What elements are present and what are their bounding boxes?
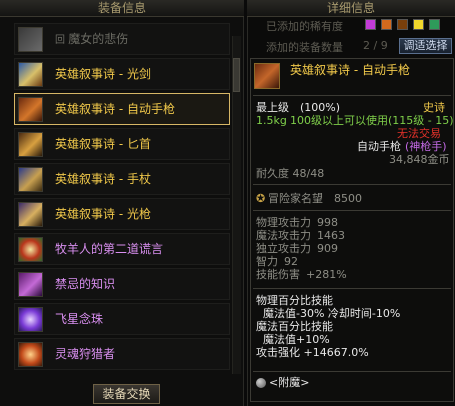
divider bbox=[253, 95, 451, 96]
equipment-item-label: 飞星念珠 bbox=[55, 312, 104, 326]
pistol-icon bbox=[18, 97, 43, 122]
item-price: 34,848金币 bbox=[389, 153, 450, 166]
equipment-list-item[interactable]: 英雄叙事诗 - 光剑 bbox=[14, 58, 230, 90]
rarity-filter-checkbox[interactable] bbox=[381, 19, 392, 30]
equipment-list-item[interactable]: 英雄叙事诗 - 自动手枪 bbox=[14, 93, 230, 125]
rarity-filter-checkbox[interactable] bbox=[429, 19, 440, 30]
divider bbox=[253, 184, 451, 185]
equipment-item-label: 牧羊人的第二道谎言 bbox=[55, 242, 164, 256]
dagger-icon bbox=[18, 132, 43, 157]
item-grade-pct: (100%) bbox=[300, 101, 341, 114]
stat-value: 998 bbox=[317, 216, 338, 229]
effect-line: 魔法值-30% 冷却时间-10% bbox=[256, 307, 401, 320]
stat-name: 独立攻击力 bbox=[256, 242, 311, 255]
equipment-item-label: 灵魂狩猎者 bbox=[55, 347, 116, 361]
item-trade-status: 无法交易 bbox=[397, 127, 441, 140]
pistol-icon bbox=[254, 63, 280, 89]
equipment-item-label: 英雄叙事诗 - 光剑 bbox=[55, 67, 151, 81]
detail-title: 详细信息 bbox=[247, 0, 455, 17]
enchant-orb-icon bbox=[256, 378, 266, 388]
divider bbox=[253, 371, 451, 372]
equipment-item-label: 回 魔女的悲伤 bbox=[55, 24, 128, 56]
item-grade: 最上级 bbox=[256, 101, 289, 114]
item-level-requirement: 100级以上可以使用(115级 - 15) bbox=[290, 114, 454, 127]
effect-line: 魔法百分比技能 bbox=[256, 320, 333, 333]
equipment-list-item[interactable]: 灵魂狩猎者 bbox=[14, 338, 230, 370]
rarity-filter-checkbox[interactable] bbox=[397, 19, 408, 30]
enchant-label: <附魔> bbox=[269, 376, 310, 389]
ring-icon bbox=[18, 27, 43, 52]
stat-name: 智力 bbox=[256, 255, 278, 268]
equipment-list-item[interactable]: 英雄叙事诗 - 手杖 bbox=[14, 163, 230, 195]
book-icon bbox=[18, 272, 43, 297]
equipment-list-item[interactable]: 飞星念珠 bbox=[14, 303, 230, 335]
rarity-label: 已添加的稀有度 bbox=[266, 20, 343, 33]
equipment-list-item[interactable]: 牧羊人的第二道谎言 bbox=[14, 233, 230, 265]
equip-swap-button[interactable]: 装备交换 bbox=[93, 384, 160, 404]
item-name: 英雄叙事诗 - 自动手枪 bbox=[290, 63, 410, 77]
charm-icon bbox=[18, 237, 43, 262]
equipment-item-label: 英雄叙事诗 - 光枪 bbox=[55, 207, 151, 221]
lightgun-icon bbox=[18, 202, 43, 227]
equipment-list-item[interactable]: 英雄叙事诗 - 匕首 bbox=[14, 128, 230, 160]
stat-value: 92 bbox=[284, 255, 298, 268]
rarity-filter-checkbox[interactable] bbox=[413, 19, 424, 30]
item-rarity: 史诗 bbox=[423, 101, 445, 114]
effect-line: 攻击强化 +14667.0% bbox=[256, 346, 369, 359]
divider bbox=[253, 288, 451, 289]
equipment-item-label: 禁忌的知识 bbox=[55, 277, 116, 291]
stat-value: 1463 bbox=[317, 229, 345, 242]
item-durability: 耐久度 48/48 bbox=[256, 167, 325, 180]
equipment-item-label: 英雄叙事诗 - 匕首 bbox=[55, 137, 151, 151]
stat-value: 909 bbox=[317, 242, 338, 255]
stat-name: 魔法攻击力 bbox=[256, 229, 311, 242]
divider bbox=[253, 210, 451, 211]
effect-line: 物理百分比技能 bbox=[256, 294, 333, 307]
equipment-item-text: 魔女的悲伤 bbox=[68, 32, 129, 46]
count-value: 2 / 9 bbox=[363, 39, 388, 52]
stat-name: 技能伤害 bbox=[256, 268, 300, 281]
scrollbar-thumb[interactable] bbox=[233, 58, 240, 92]
filter-select-button[interactable]: 调适选择 bbox=[399, 38, 452, 54]
rarity-filter-checkbox[interactable] bbox=[365, 19, 376, 30]
equipment-item-label: 英雄叙事诗 - 手杖 bbox=[55, 172, 151, 186]
beads-icon bbox=[18, 307, 43, 332]
stat-name: 物理攻击力 bbox=[256, 216, 311, 229]
item-weight: 1.5kg bbox=[256, 114, 287, 127]
equipment-list-title: 装备信息 bbox=[0, 0, 244, 17]
equipment-list-item[interactable]: 回 魔女的悲伤 bbox=[14, 23, 230, 55]
hunter-icon bbox=[18, 342, 43, 367]
adventurer-fame-value: 8500 bbox=[334, 192, 362, 205]
item-type: 自动手枪 bbox=[357, 140, 401, 153]
equipment-list-item[interactable]: 英雄叙事诗 - 光枪 bbox=[14, 198, 230, 230]
empty-slot-icon: 回 bbox=[55, 35, 69, 46]
equipment-list-item[interactable]: 禁忌的知识 bbox=[14, 268, 230, 300]
fame-icon: ✪ bbox=[256, 192, 266, 205]
effect-line: 魔法值+10% bbox=[256, 333, 330, 346]
adventurer-fame-label: 冒险家名望 bbox=[268, 192, 323, 205]
item-type-note: (神枪手) bbox=[405, 140, 447, 153]
stat-value: +281% bbox=[306, 268, 347, 281]
lightsaber-icon bbox=[18, 62, 43, 87]
equipment-item-label: 英雄叙事诗 - 自动手枪 bbox=[55, 102, 175, 116]
staff-icon bbox=[18, 167, 43, 192]
count-label: 添加的装备数量 bbox=[266, 41, 343, 54]
